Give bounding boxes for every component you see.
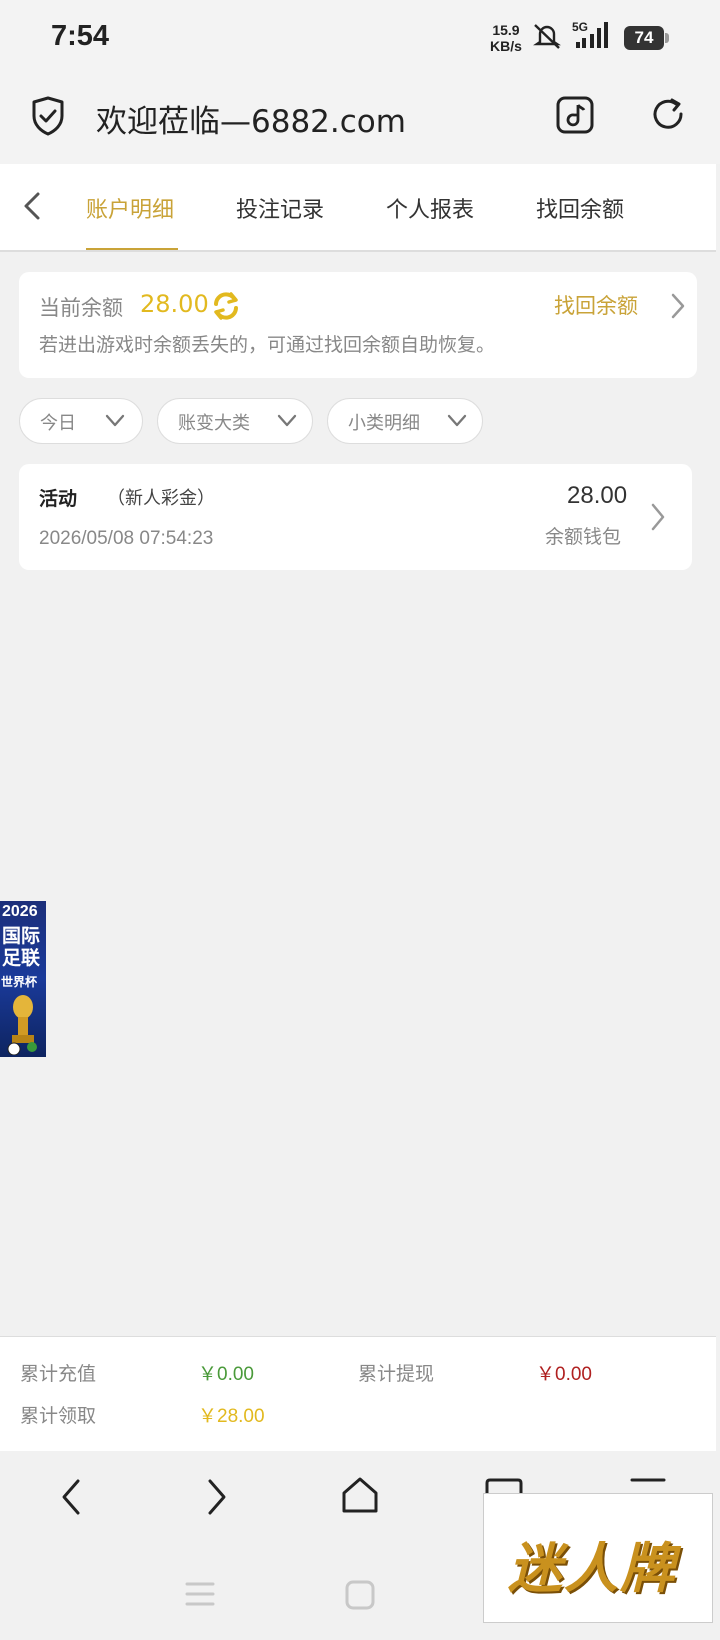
signal-icon [576, 22, 608, 48]
record-amount: 28.00 [567, 482, 628, 509]
tab-account-detail[interactable]: 账户明细 [86, 192, 174, 224]
nav-back-icon[interactable] [58, 1477, 86, 1517]
mute-icon [533, 24, 561, 49]
claimed-label: 累计领取 [20, 1405, 97, 1427]
trophy-icon [7, 995, 37, 1055]
banner-year: 2026 [2, 903, 38, 920]
chevron-down-icon [277, 414, 297, 427]
nav-forward-icon[interactable] [202, 1477, 230, 1517]
balance-card: 当前余额 28.00 找回余额 若进出游戏时余额丢失的，可通过找回余额自助恢复。 [19, 272, 697, 378]
filter-change-category[interactable]: 账变大类 [157, 398, 313, 444]
refresh-icon[interactable] [210, 290, 242, 322]
chevron-right-icon[interactable] [669, 292, 687, 320]
recharge-label: 累计充值 [20, 1363, 97, 1385]
chevron-right-icon[interactable] [649, 502, 667, 532]
list-item[interactable]: 活动 （新人彩金） 2026/05/08 07:54:23 28.00 余额钱包 [19, 464, 692, 570]
net-speed-unit: KB/s [490, 38, 522, 54]
withdraw-label: 累计提现 [358, 1363, 435, 1385]
watermark-logo: 迷人牌 [483, 1493, 713, 1623]
world-cup-floating-banner[interactable]: 2026 国际足联 世界杯 [0, 901, 46, 1057]
reload-icon[interactable] [650, 96, 688, 134]
recover-balance-link[interactable]: 找回余额 [554, 290, 638, 320]
record-time: 2026/05/08 07:54:23 [39, 528, 214, 549]
filter-subcategory[interactable]: 小类明细 [327, 398, 483, 444]
filter-subcategory-label: 小类明细 [348, 413, 420, 434]
tab-bet-records[interactable]: 投注记录 [236, 192, 324, 224]
active-tab-indicator [86, 248, 178, 250]
claimed-value: ￥28.00 [198, 1406, 265, 1427]
filter-date-label: 今日 [40, 413, 76, 434]
account-tabs: 账户明细 投注记录 个人报表 找回余额 [0, 164, 716, 252]
filter-change-category-label: 账变大类 [178, 413, 250, 434]
net-speed: 15.9 KB/s [490, 22, 522, 54]
balance-label: 当前余额 [39, 296, 123, 320]
battery-tip [665, 33, 669, 43]
record-title: 活动 [39, 488, 78, 510]
home-icon[interactable] [340, 1475, 380, 1515]
home-gesture-icon[interactable] [344, 1579, 376, 1611]
banner-subtitle: 世界杯 [1, 975, 38, 989]
filter-date[interactable]: 今日 [19, 398, 143, 444]
tab-personal-report[interactable]: 个人报表 [386, 192, 474, 224]
summary-bar: 累计充值 ￥0.00 累计提现 ￥0.00 累计领取 ￥28.00 [0, 1336, 716, 1452]
status-bar: 7:54 15.9 KB/s 5G 74 [0, 0, 720, 78]
shield-check-icon[interactable] [28, 96, 68, 136]
record-subtitle: （新人彩金） [107, 488, 215, 509]
balance-hint: 若进出游戏时余额丢失的，可通过找回余额自助恢复。 [39, 334, 496, 356]
balance-value: 28.00 [140, 290, 209, 318]
menu-icon[interactable] [628, 1477, 668, 1487]
music-note-icon[interactable] [556, 96, 594, 134]
chevron-down-icon [105, 414, 125, 427]
status-time: 7:54 [51, 20, 110, 52]
banner-title: 国际足联 [2, 925, 41, 969]
recharge-value: ￥0.00 [198, 1364, 254, 1385]
battery-indicator: 74 [624, 26, 664, 50]
chevron-down-icon [447, 414, 467, 427]
watermark-text: 迷人牌 [508, 1537, 676, 1600]
tab-recover-balance[interactable]: 找回余额 [536, 192, 624, 224]
back-chevron-icon[interactable] [20, 190, 44, 222]
recents-gesture-icon[interactable] [184, 1579, 216, 1609]
net-speed-value: 15.9 [492, 22, 520, 38]
withdraw-value: ￥0.00 [536, 1364, 592, 1385]
page-title[interactable]: 欢迎莅临—6882.com [96, 96, 406, 141]
browser-url-bar: 欢迎莅临—6882.com [0, 78, 720, 164]
record-wallet: 余额钱包 [545, 526, 622, 548]
